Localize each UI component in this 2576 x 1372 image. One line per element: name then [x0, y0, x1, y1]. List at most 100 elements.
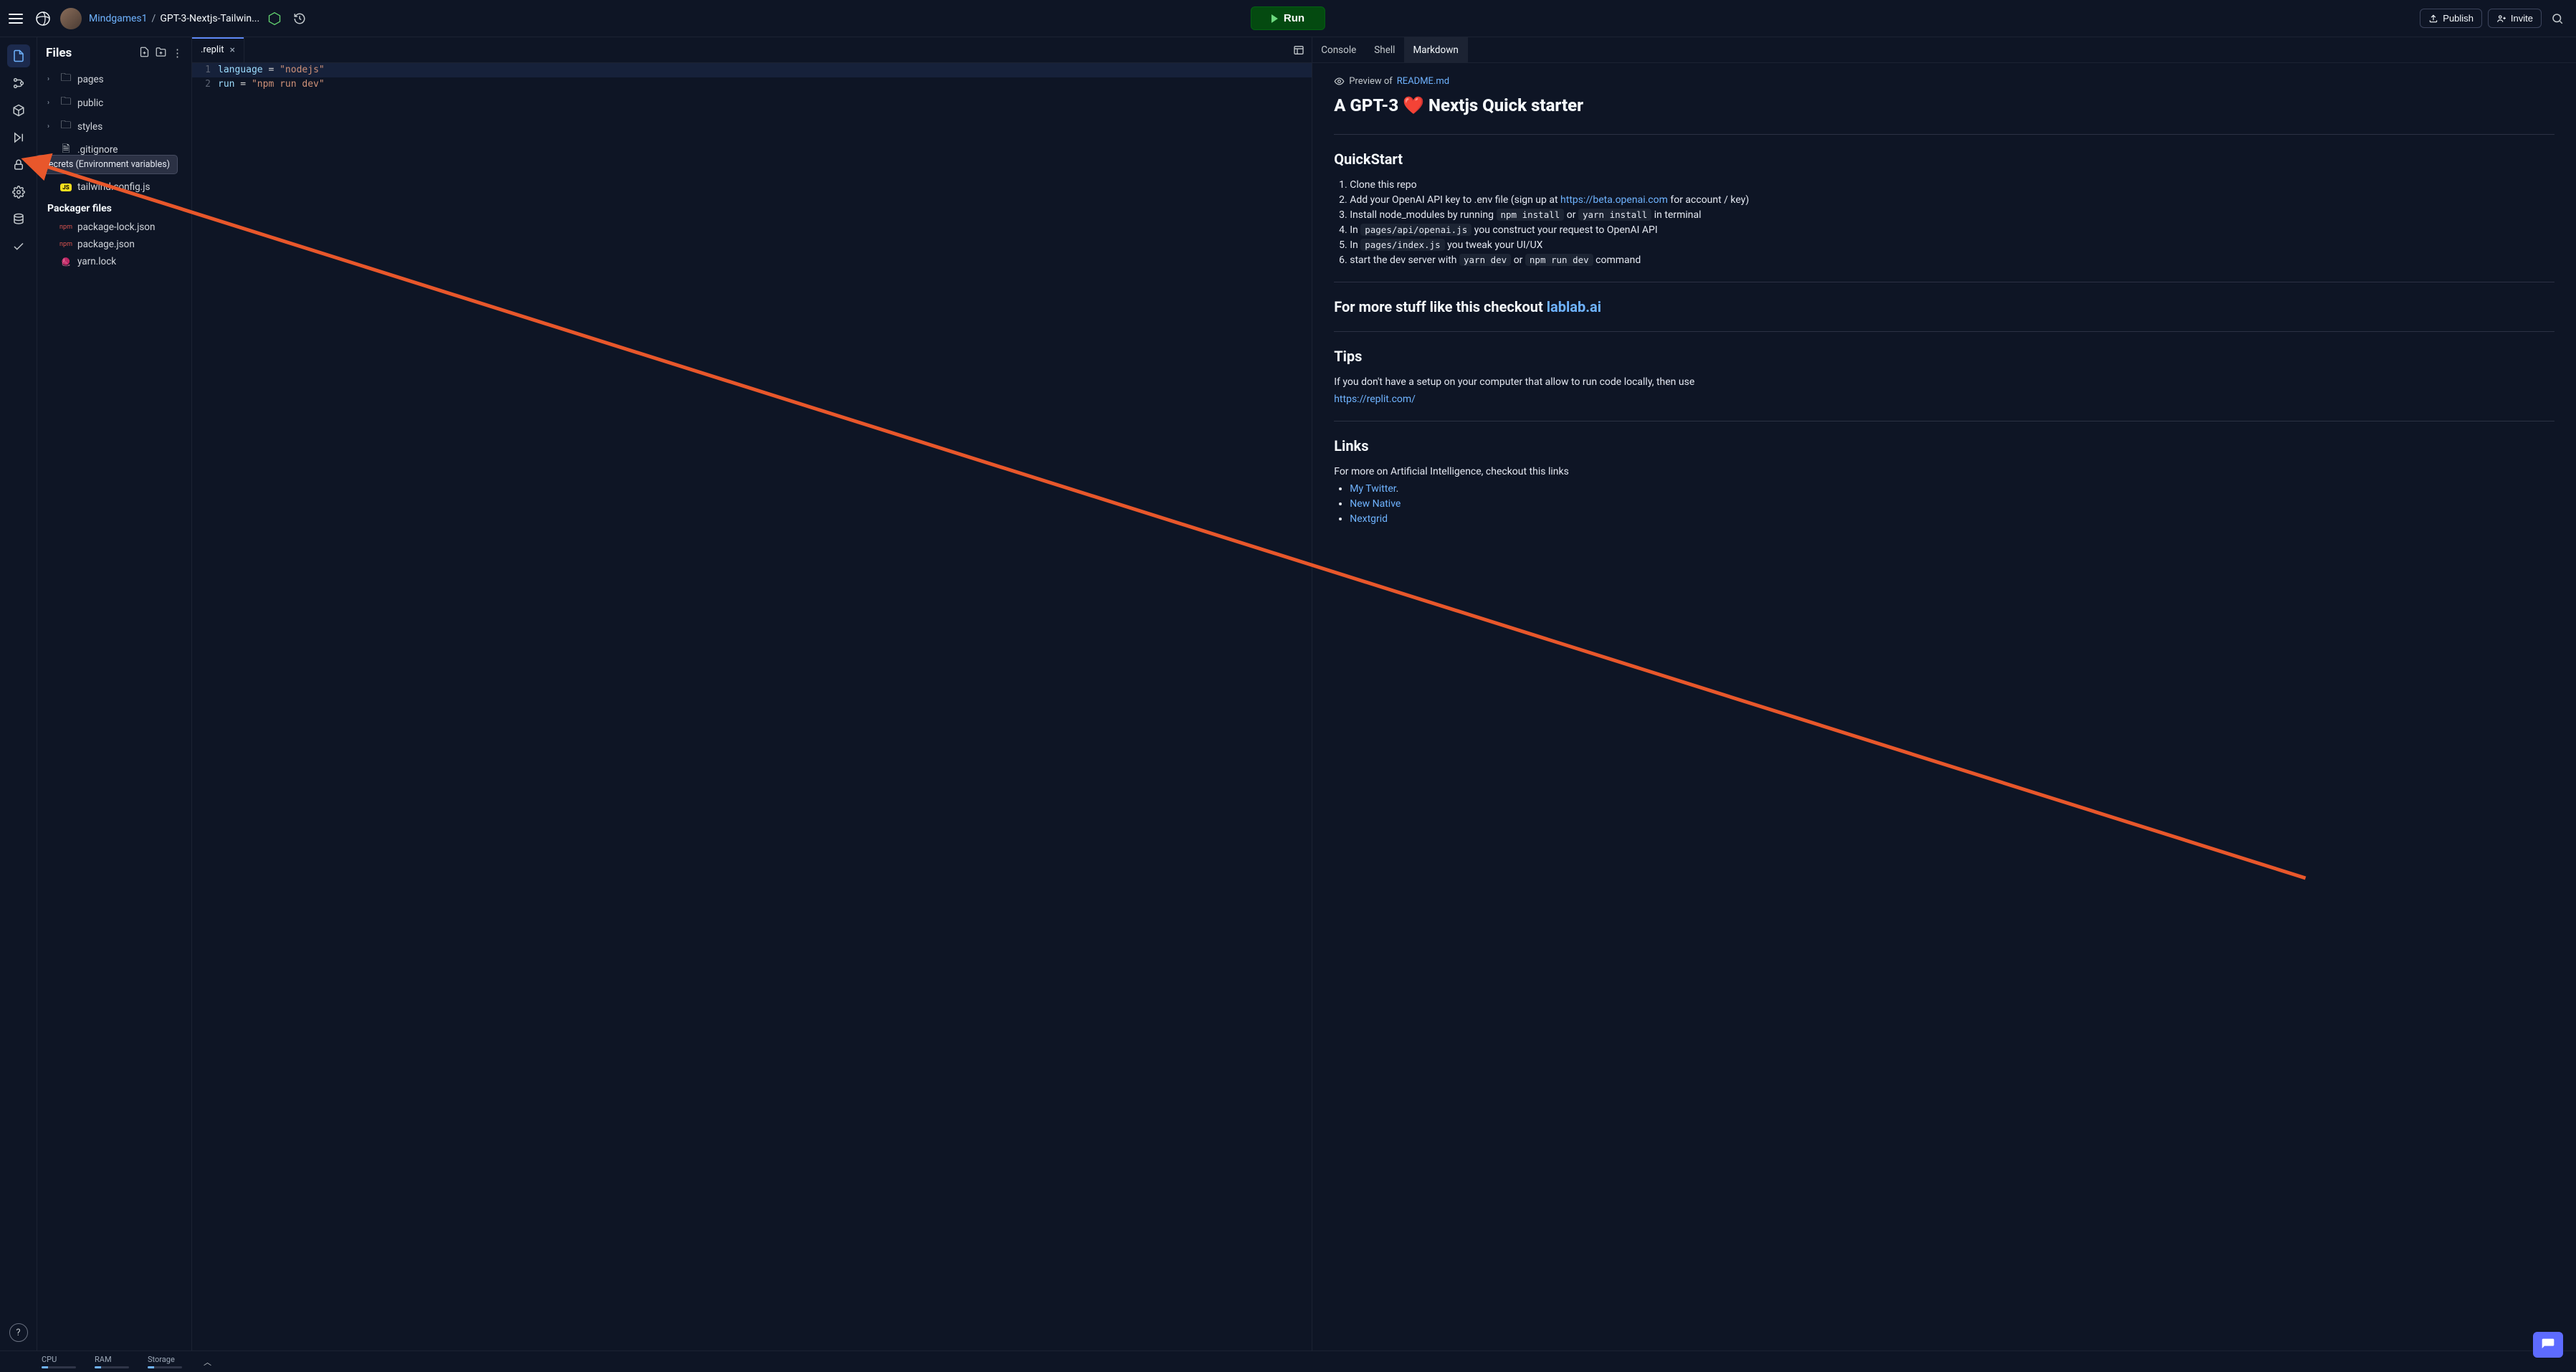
editor-tab-bar: .replit × [192, 37, 1312, 63]
list-item: Add your OpenAI API key to .env file (si… [1350, 194, 2554, 206]
tips-text: If you don't have a setup on your comput… [1334, 376, 2554, 388]
status-bar: CPU RAM Storage ︿ [0, 1350, 2576, 1372]
openai-link[interactable]: https://beta.openai.com [1560, 194, 1668, 206]
storage-meter[interactable]: Storage [148, 1355, 182, 1368]
heading-links: Links [1334, 437, 2554, 454]
divider [1334, 134, 2554, 135]
editor-pane: .replit × 1 language = "nodejs" 2 run = … [192, 37, 1312, 1350]
run-button[interactable]: Run [1251, 6, 1325, 30]
chevron-up-icon[interactable]: ︿ [204, 1356, 211, 1368]
markdown-preview[interactable]: Preview of README.md A GPT-3 ❤️ Nextjs Q… [1312, 63, 2576, 1350]
file-row[interactable]: npmpackage-lock.json [40, 219, 189, 236]
breadcrumb: Mindgames1 / GPT-3-Nextjs-Tailwin... [89, 13, 259, 24]
new-file-icon[interactable] [139, 47, 150, 60]
twitter-link[interactable]: My Twitter [1350, 483, 1396, 495]
history-icon[interactable] [290, 9, 310, 29]
avatar[interactable] [60, 8, 82, 29]
more-options-icon[interactable]: ⋮ [172, 47, 183, 60]
folder-label: pages [77, 74, 104, 85]
links-text: For more on Artificial Intelligence, che… [1334, 466, 2554, 477]
search-icon[interactable] [2547, 9, 2567, 29]
newnative-link[interactable]: New Native [1350, 498, 1401, 510]
tab-console[interactable]: Console [1312, 37, 1365, 62]
file-label: .gitignore [77, 144, 118, 156]
preview-caption: Preview of README.md [1334, 76, 2554, 87]
run-button-label: Run [1284, 12, 1304, 24]
rail-database-icon[interactable] [7, 208, 30, 231]
chevron-right-icon: › [47, 123, 54, 130]
file-label: tailwind.config.js [77, 181, 150, 193]
rail-tests-icon[interactable] [7, 235, 30, 258]
ram-meter[interactable]: RAM [95, 1355, 129, 1368]
panel-layout-icon[interactable] [1293, 44, 1304, 56]
right-pane: Console Shell Markdown Preview of README… [1312, 37, 2576, 1350]
tooltip-secrets: Secrets (Environment variables) [36, 155, 178, 174]
lablab-link[interactable]: lablab.ai [1547, 298, 1601, 315]
rail-version-control-icon[interactable] [7, 72, 30, 95]
close-icon[interactable]: × [229, 44, 234, 56]
folder-label: styles [77, 121, 102, 133]
folder-row[interactable]: › styles [40, 115, 189, 138]
files-panel-title: Files [46, 46, 72, 60]
chevron-right-icon: › [47, 99, 54, 107]
yarn-icon: 🧶 [60, 257, 72, 267]
rail-secrets-icon[interactable]: Secrets (Environment variables) [7, 153, 30, 176]
npm-icon: npm [60, 241, 72, 248]
nextgrid-link[interactable]: Nextgrid [1350, 513, 1388, 525]
breadcrumb-user[interactable]: Mindgames1 [89, 13, 148, 24]
cpu-meter[interactable]: CPU [42, 1355, 76, 1368]
language-nodejs-icon[interactable] [267, 11, 282, 27]
rail-files-icon[interactable] [7, 44, 30, 67]
folder-icon [60, 94, 72, 112]
heading-quickstart: QuickStart [1334, 151, 2554, 168]
code-line: 1 language = "nodejs" [192, 63, 1312, 77]
file-label: yarn.lock [77, 256, 116, 267]
quickstart-list: Clone this repo Add your OpenAI API key … [1350, 179, 2554, 266]
editor-tab[interactable]: .replit × [192, 37, 244, 62]
publish-button[interactable]: Publish [2420, 9, 2482, 28]
publish-button-label: Publish [2443, 13, 2474, 24]
header-right: Publish Invite [2420, 9, 2567, 29]
header-left: Mindgames1 / GPT-3-Nextjs-Tailwin... [9, 8, 310, 29]
replit-link[interactable]: https://replit.com/ [1334, 394, 1416, 405]
line-number: 2 [192, 77, 218, 92]
heart-icon: ❤️ [1403, 95, 1424, 115]
chat-icon[interactable] [2533, 1332, 2563, 1358]
tab-shell[interactable]: Shell [1365, 37, 1404, 62]
code-line: 2 run = "npm run dev" [192, 77, 1312, 92]
invite-button-label: Invite [2511, 13, 2533, 24]
new-folder-icon[interactable] [156, 47, 166, 60]
replit-logo-icon[interactable] [33, 9, 53, 29]
chevron-right-icon: › [47, 75, 54, 83]
file-tree: ›pages ›public ›styles .gitignore M↓READ… [37, 67, 191, 1350]
folder-row[interactable]: › pages [40, 67, 189, 91]
preview-file-link[interactable]: README.md [1397, 76, 1449, 87]
heading-more: For more stuff like this checkout lablab… [1334, 298, 2554, 315]
rail-debugger-icon[interactable] [7, 126, 30, 149]
breadcrumb-project[interactable]: GPT-3-Nextjs-Tailwin... [160, 13, 259, 24]
hamburger-menu-icon[interactable] [9, 10, 26, 27]
folder-icon [60, 118, 72, 135]
invite-button[interactable]: Invite [2488, 9, 2542, 28]
eye-icon [1334, 76, 1345, 87]
heading-tips: Tips [1334, 348, 2554, 365]
readme-title: A GPT-3 ❤️ Nextjs Quick starter [1334, 95, 2554, 115]
folder-icon [60, 70, 72, 88]
main: Secrets (Environment variables) ? Files … [0, 37, 2576, 1350]
breadcrumb-separator: / [152, 13, 156, 24]
left-rail: Secrets (Environment variables) ? [0, 37, 37, 1350]
rail-help-icon[interactable]: ? [9, 1323, 28, 1342]
rail-settings-icon[interactable] [7, 181, 30, 204]
npm-icon: npm [60, 224, 72, 231]
rail-packages-icon[interactable] [7, 99, 30, 122]
list-item: In pages/api/openai.js you construct you… [1350, 224, 2554, 236]
tab-markdown[interactable]: Markdown [1404, 37, 1467, 62]
list-item: Clone this repo [1350, 179, 2554, 191]
file-row[interactable]: 🧶 yarn.lock [40, 253, 189, 270]
code-editor[interactable]: 1 language = "nodejs" 2 run = "npm run d… [192, 63, 1312, 1350]
right-tab-bar: Console Shell Markdown [1312, 37, 2576, 63]
file-row[interactable]: JStailwind.config.js [40, 178, 189, 196]
folder-row[interactable]: ›public [40, 91, 189, 115]
file-row[interactable]: npmpackage.json [40, 236, 189, 253]
list-item: My Twitter. [1350, 483, 2554, 495]
